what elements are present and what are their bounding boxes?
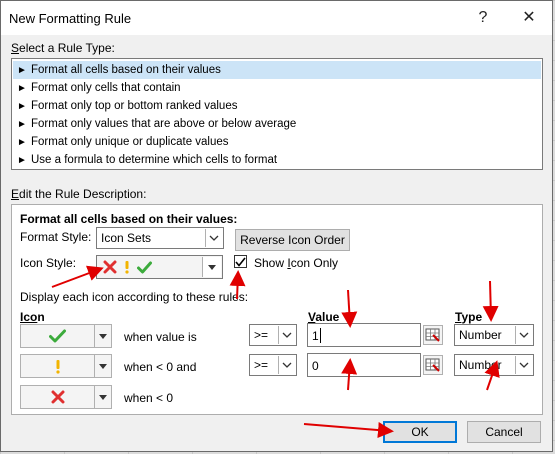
chevron-down-icon[interactable] xyxy=(515,326,532,344)
value-text: 0 xyxy=(312,359,319,373)
chevron-down-icon[interactable] xyxy=(278,356,295,374)
rule-type-item[interactable]: ► Format only values that are above or be… xyxy=(13,115,541,133)
operator-value: >= xyxy=(254,328,269,342)
type-column-header: Type xyxy=(455,310,483,324)
text-cursor xyxy=(320,328,321,343)
type-dropdown-row-1[interactable]: Number xyxy=(454,324,534,346)
reverse-icon-order-button[interactable]: Reverse Icon Order xyxy=(235,229,350,251)
chevron-down-icon[interactable] xyxy=(202,257,221,277)
rules-caption: Display each icon according to these rul… xyxy=(20,290,249,304)
yellow-exclamation-icon xyxy=(125,261,129,274)
format-style-value: Icon Sets xyxy=(101,231,152,245)
rule-description-panel: Format all cells based on their values: … xyxy=(11,204,543,415)
icon-dropdown-row-1[interactable] xyxy=(20,324,112,348)
checkmark-icon xyxy=(235,257,246,267)
red-x-icon xyxy=(51,390,64,404)
operator-value: >= xyxy=(254,358,269,372)
rule-type-item[interactable]: ► Use a formula to determine which cells … xyxy=(13,151,541,169)
value-input-row-2[interactable]: 0 xyxy=(307,353,421,377)
icon-column-header: Icon xyxy=(20,310,45,324)
rule-type-item[interactable]: ► Format all cells based on their values xyxy=(13,61,541,79)
rule-type-item-label: Format only cells that contain xyxy=(31,82,181,94)
help-button[interactable]: ? xyxy=(463,5,503,31)
icon-style-dropdown[interactable] xyxy=(96,255,223,279)
rule-type-item-label: Use a formula to determine which cells t… xyxy=(31,154,278,166)
title-bar: New Formatting Rule ? ✕ xyxy=(1,1,552,35)
icon-face xyxy=(21,355,94,377)
condition-label: when < 0 and xyxy=(124,360,197,374)
format-style-label: Format Style: xyxy=(20,230,92,244)
cell-reference-icon[interactable] xyxy=(423,325,443,345)
cell-reference-icon[interactable] xyxy=(423,355,443,375)
rule-type-item[interactable]: ► Format only top or bottom ranked values xyxy=(13,97,541,115)
icon-dropdown-row-3[interactable] xyxy=(20,385,112,409)
chevron-down-icon[interactable] xyxy=(94,325,111,347)
yellow-exclamation-icon xyxy=(55,359,60,374)
icon-style-preview xyxy=(103,260,152,274)
rule-type-item-label: Format all cells based on their values xyxy=(31,64,221,76)
cancel-button[interactable]: Cancel xyxy=(467,421,541,443)
chevron-down-icon[interactable] xyxy=(278,326,295,344)
type-dropdown-row-2[interactable]: Number xyxy=(454,354,534,376)
close-button[interactable]: ✕ xyxy=(509,5,549,31)
value-text: 1 xyxy=(312,329,319,343)
rule-type-item-label: Format only top or bottom ranked values xyxy=(31,100,238,112)
rule-type-label: Select a Rule Type: xyxy=(11,41,115,55)
operator-dropdown-row-1[interactable]: >= xyxy=(249,324,297,346)
description-heading: Format all cells based on their values: xyxy=(20,212,238,226)
condition-label: when value is xyxy=(124,330,197,344)
rule-type-item-label: Format only unique or duplicate values xyxy=(31,136,229,148)
green-check-icon xyxy=(137,261,152,273)
chevron-down-icon[interactable] xyxy=(515,356,532,374)
chevron-down-icon[interactable] xyxy=(94,386,111,408)
icon-style-label: Icon Style: xyxy=(20,256,77,270)
green-check-icon xyxy=(49,329,66,343)
rule-description-label: Edit the Rule Description: xyxy=(11,187,147,201)
type-value: Number xyxy=(459,328,502,342)
ok-button[interactable]: OK xyxy=(383,421,457,443)
condition-label: when < 0 xyxy=(124,391,174,405)
type-value: Number xyxy=(459,358,502,372)
dialog-title: New Formatting Rule xyxy=(9,11,132,26)
rule-type-item[interactable]: ► Format only unique or duplicate values xyxy=(13,133,541,151)
rule-type-item[interactable]: ► Format only cells that contain xyxy=(13,79,541,97)
icon-face xyxy=(21,386,94,408)
value-column-header: Value xyxy=(308,310,340,324)
new-formatting-rule-dialog: New Formatting Rule ? ✕ Select a Rule Ty… xyxy=(0,0,553,452)
red-x-icon xyxy=(103,260,117,274)
rule-type-list[interactable]: ► Format all cells based on their values … xyxy=(11,58,543,170)
rule-type-item-label: Format only values that are above or bel… xyxy=(31,118,297,130)
format-style-dropdown[interactable]: Icon Sets xyxy=(96,227,224,249)
operator-dropdown-row-2[interactable]: >= xyxy=(249,354,297,376)
icon-dropdown-row-2[interactable] xyxy=(20,354,112,378)
value-input-row-1[interactable]: 1 xyxy=(307,323,421,347)
chevron-down-icon[interactable] xyxy=(205,229,222,247)
show-icon-only-label: Show Icon Only xyxy=(254,256,339,270)
icon-face xyxy=(21,325,94,347)
chevron-down-icon[interactable] xyxy=(94,355,111,377)
show-icon-only-checkbox[interactable] xyxy=(234,255,247,268)
